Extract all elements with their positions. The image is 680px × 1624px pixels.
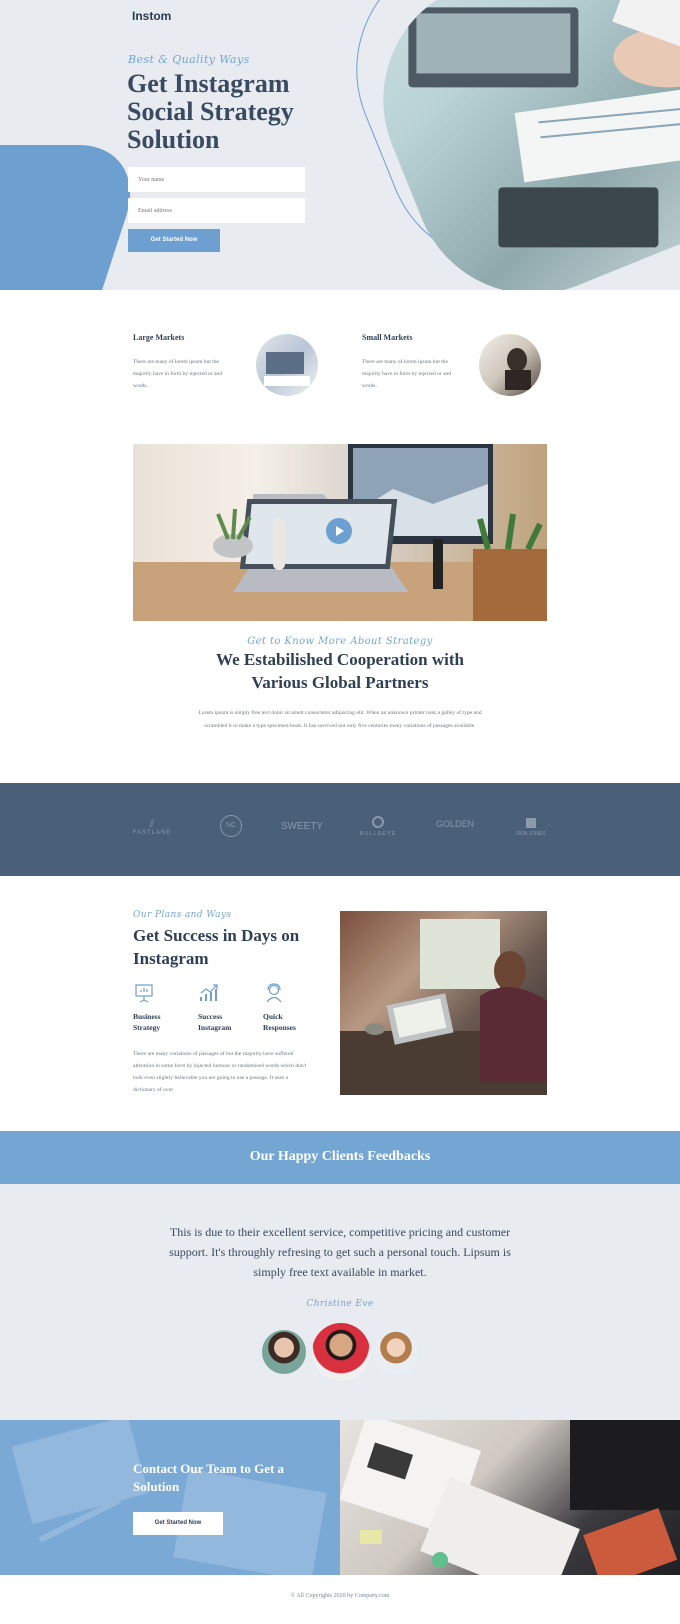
small-markets-image [479, 334, 541, 396]
about-text: Lorem ipsum is simply free text dolor si… [198, 710, 482, 729]
partners-band: ⫽ FASTLANE NC SWEETY BULLSEYE GOLDEN RON… [0, 783, 680, 876]
contact-title: Contact Our Team to Get a Solution [133, 1461, 285, 1494]
get-started-button[interactable]: Get Started Now [128, 229, 220, 252]
partner-logo-nc: NC [216, 815, 246, 837]
brand-logo[interactable]: Instom [132, 9, 171, 23]
footer-copyright: © All Copyrights 2020 by Company.com [290, 1593, 390, 1599]
support-agent-icon [266, 983, 282, 1003]
success-tagline: Our Plans and Ways [133, 910, 232, 920]
about-tagline: Get to Know More About Strategy [247, 636, 433, 647]
market-text-large: There are many of lorem ipsum but the ma… [133, 359, 223, 389]
feature-label-business: Business Strategy [133, 1012, 161, 1032]
hero-title: Get Instagram Social Strategy Solution [127, 69, 294, 154]
market-text-small: There are many of lorem ipsum but the ma… [362, 359, 452, 389]
feature-label-quick: Quick Responses [263, 1012, 296, 1032]
hero-image [347, 0, 680, 290]
feature-label-success: Success Instagram [198, 1012, 232, 1032]
avatar-left[interactable] [262, 1330, 306, 1374]
avatar-right[interactable] [374, 1330, 418, 1374]
name-input[interactable] [128, 167, 305, 192]
large-markets-image [256, 334, 318, 396]
contact-section: Contact Our Team to Get a Solution [0, 1420, 340, 1575]
hero-decorative-shape [0, 145, 150, 290]
contact-get-started-button[interactable]: Get Started Now [133, 1512, 223, 1535]
partner-logo-fastlane: ⫽ FASTLANE [132, 819, 172, 836]
avatar-center[interactable] [312, 1323, 370, 1381]
hero-section: Instom Best & Quality Ways Get Instagram… [0, 0, 680, 290]
success-text: There are many variations of passages of… [133, 1051, 307, 1093]
growth-chart-icon [200, 984, 218, 1001]
hero-tagline: Best & Quality Ways [128, 53, 250, 66]
feedback-heading: Our Happy Clients Feedbacks [249, 1149, 431, 1164]
feedback-heading-band: Our Happy Clients Feedbacks [0, 1131, 680, 1184]
email-input[interactable] [128, 198, 305, 223]
success-title: Get Success in Days on Instagram [133, 926, 300, 968]
person-laptop-image [340, 911, 547, 1095]
partner-logo-bullseye: BULLSEYE [356, 816, 400, 837]
testimonial-section: This is due to their excellent service, … [0, 1184, 680, 1420]
partner-logo-sweety: SWEETY [280, 821, 324, 832]
partner-logo-ron-jones: RON JONES [511, 818, 551, 837]
about-title-line2: Various Global Partners [251, 673, 429, 692]
market-title-large: Large Markets [133, 333, 185, 342]
play-icon[interactable] [326, 518, 352, 544]
contact-image [340, 1420, 680, 1575]
market-title-small: Small Markets [362, 333, 413, 342]
about-title-line1: We Estabilished Cooperation with [216, 650, 464, 669]
partner-logo-golden: GOLDEN [435, 819, 474, 829]
presentation-board-icon [135, 984, 153, 1003]
testimonial-quote: This is due to their excellent service, … [169, 1225, 511, 1279]
testimonial-author: Christine Eve [306, 1299, 374, 1309]
